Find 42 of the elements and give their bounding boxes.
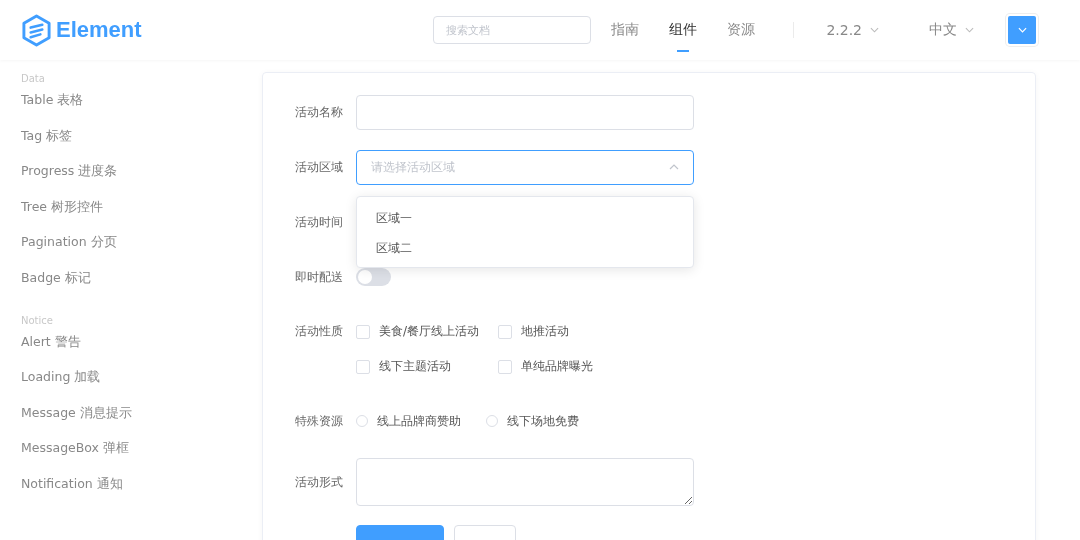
- checkbox-option[interactable]: 单纯品牌曝光: [498, 349, 593, 384]
- form-label: 活动时间: [295, 213, 344, 231]
- form-label: 活动区域: [295, 158, 344, 176]
- logo-text[interactable]: Element: [56, 17, 142, 43]
- nav-tab[interactable]: 资源: [727, 8, 756, 52]
- text-area[interactable]: [356, 458, 694, 506]
- dropdown-option[interactable]: 区域一: [357, 202, 693, 233]
- form-label: 即时配送: [295, 268, 344, 286]
- sidebar-item[interactable]: Alert 警告: [21, 331, 81, 368]
- radio-option[interactable]: 线上品牌商赞助: [356, 403, 461, 439]
- toggle-switch[interactable]: [356, 268, 391, 286]
- sidebar-item[interactable]: Loading 加载: [21, 367, 101, 403]
- checkbox-option[interactable]: 美食/餐厅线上活动: [356, 314, 498, 349]
- form-label: 活动性质: [295, 323, 344, 340]
- dropdown-option[interactable]: 区域二: [357, 232, 693, 263]
- sidebar-item[interactable]: Pagination 分页: [21, 232, 117, 268]
- sidebar-item[interactable]: Notification 通知: [21, 473, 123, 510]
- sidebar-item[interactable]: Tag 标签: [21, 125, 73, 162]
- sidebar-item[interactable]: Progress 进度条: [21, 161, 118, 197]
- sidebar-item[interactable]: Badge 标记: [21, 267, 91, 304]
- chevron-down-icon: [1017, 27, 1027, 33]
- radio-option[interactable]: 线下场地免费: [486, 403, 579, 439]
- sidebar-item[interactable]: MessageBox 弹框: [21, 438, 129, 474]
- nav-tab[interactable]: 指南: [611, 8, 640, 52]
- form-label: 活动形式: [295, 473, 344, 491]
- logo-icon: [21, 13, 52, 47]
- version-dropdown[interactable]: 2.2.2: [826, 22, 879, 38]
- form-label: 特殊资源: [295, 412, 344, 430]
- checkbox-option[interactable]: 地推活动: [498, 314, 593, 349]
- language-dropdown[interactable]: 中文: [929, 21, 974, 39]
- chevron-down-icon: [870, 27, 879, 33]
- search-field[interactable]: 搜索文档: [433, 16, 592, 44]
- chevron-up-icon: [669, 164, 679, 170]
- theme-button[interactable]: [1008, 16, 1036, 44]
- sidebar-item[interactable]: Message 消息提示: [21, 402, 132, 439]
- chevron-down-icon: [965, 27, 974, 33]
- checkbox-option[interactable]: 线下主题活动: [356, 349, 498, 384]
- sidebar-item[interactable]: Tree 树形控件: [21, 196, 104, 233]
- nav-tab[interactable]: 组件: [669, 8, 698, 52]
- text-field[interactable]: [356, 94, 694, 130]
- sidebar-item[interactable]: Table 表格: [21, 90, 84, 126]
- form-label: 活动名称: [295, 103, 344, 121]
